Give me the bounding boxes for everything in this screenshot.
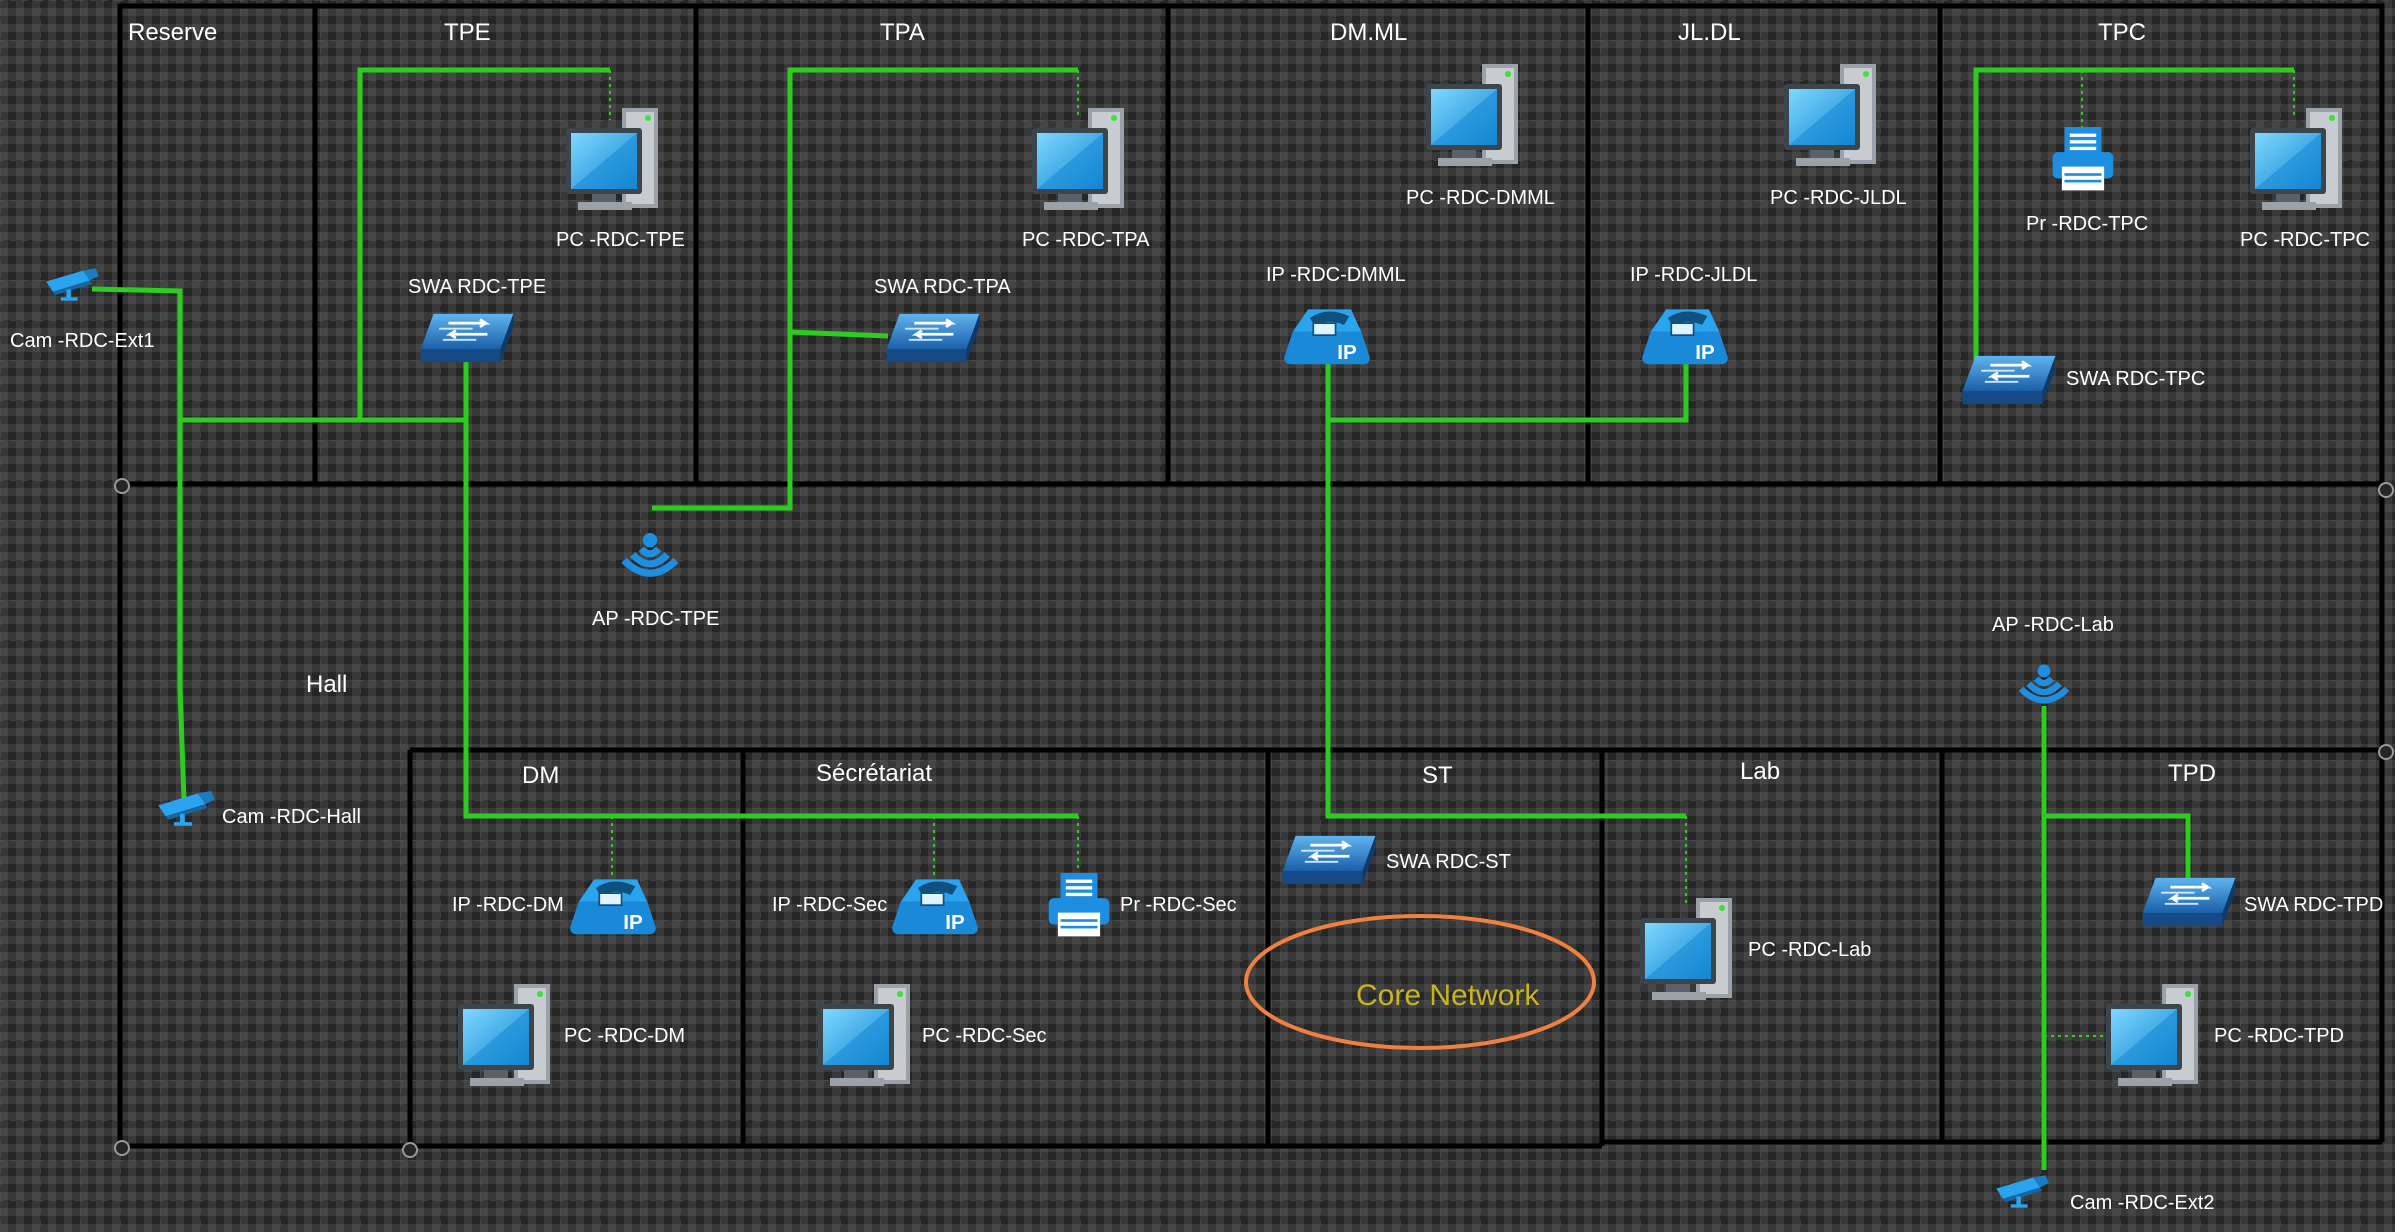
switch-st-icon[interactable] xyxy=(1282,834,1376,886)
device-label-ip-dmml: IP -RDC-DMML xyxy=(1266,264,1406,286)
device-label-pc-dm: PC -RDC-DM xyxy=(564,1025,686,1047)
device-label-ap-lab: AP -RDC-Lab xyxy=(1992,614,2114,636)
device-label-pc-jldl: PC -RDC-JLDL xyxy=(1770,187,1907,209)
room-label-dmml: DM.ML xyxy=(1330,19,1408,46)
room-label-dm: DM xyxy=(522,762,560,789)
room-label-st: ST xyxy=(1422,762,1453,789)
device-label-swa-tpd: SWA RDC-TPD xyxy=(2244,894,2384,916)
device-label-cam-ext2: Cam -RDC-Ext2 xyxy=(2070,1192,2215,1214)
room-label-reserve: Reserve xyxy=(128,19,218,46)
device-label-ap-tpe: AP -RDC-TPE xyxy=(592,608,720,630)
device-label-cam-hall: Cam -RDC-Hall xyxy=(222,806,361,828)
device-label-pc-tpa: PC -RDC-TPA xyxy=(1022,229,1150,251)
switch-tpc-icon[interactable] xyxy=(1962,354,2056,406)
device-label-pr-tpc: Pr -RDC-TPC xyxy=(2026,213,2149,235)
switch-tpa-icon[interactable] xyxy=(886,312,980,364)
room-label-hall: Hall xyxy=(306,671,348,698)
room-label-secretariat: Sécrétariat xyxy=(816,760,933,787)
device-label-pc-tpd: PC -RDC-TPD xyxy=(2214,1025,2344,1047)
device-label-swa-tpc: SWA RDC-TPC xyxy=(2066,368,2206,390)
room-label-lab: Lab xyxy=(1740,758,1781,785)
room-label-jldl: JL.DL xyxy=(1678,19,1741,46)
device-label-ip-dm: IP -RDC-DM xyxy=(452,894,564,916)
room-label-tpa: TPA xyxy=(880,19,925,46)
room-label-tpe: TPE xyxy=(444,19,491,46)
device-label-swa-tpe: SWA RDC-TPE xyxy=(408,276,547,298)
device-label-swa-tpa: SWA RDC-TPA xyxy=(874,276,1011,298)
device-label-pc-tpc: PC -RDC-TPC xyxy=(2240,229,2370,251)
switch-tpd-icon[interactable] xyxy=(2142,876,2236,928)
device-label-pc-lab: PC -RDC-Lab xyxy=(1748,939,1872,961)
device-label-ip-sec: IP -RDC-Sec xyxy=(772,894,888,916)
device-label-pc-tpe: PC -RDC-TPE xyxy=(556,229,685,251)
core-network-label: Core Network xyxy=(1356,979,1540,1012)
room-label-tpd: TPD xyxy=(2168,760,2216,787)
device-label-ip-jldl: IP -RDC-JLDL xyxy=(1630,264,1758,286)
switch-tpe-icon[interactable] xyxy=(420,312,514,364)
device-label-pc-dmml: PC -RDC-DMML xyxy=(1406,187,1555,209)
device-label-cam-ext1: Cam -RDC-Ext1 xyxy=(10,330,155,352)
room-label-tpc: TPC xyxy=(2098,19,2146,46)
device-label-swa-st: SWA RDC-ST xyxy=(1386,851,1511,873)
device-label-pr-sec: Pr -RDC-Sec xyxy=(1120,894,1237,916)
device-label-pc-sec: PC -RDC-Sec xyxy=(922,1025,1047,1047)
